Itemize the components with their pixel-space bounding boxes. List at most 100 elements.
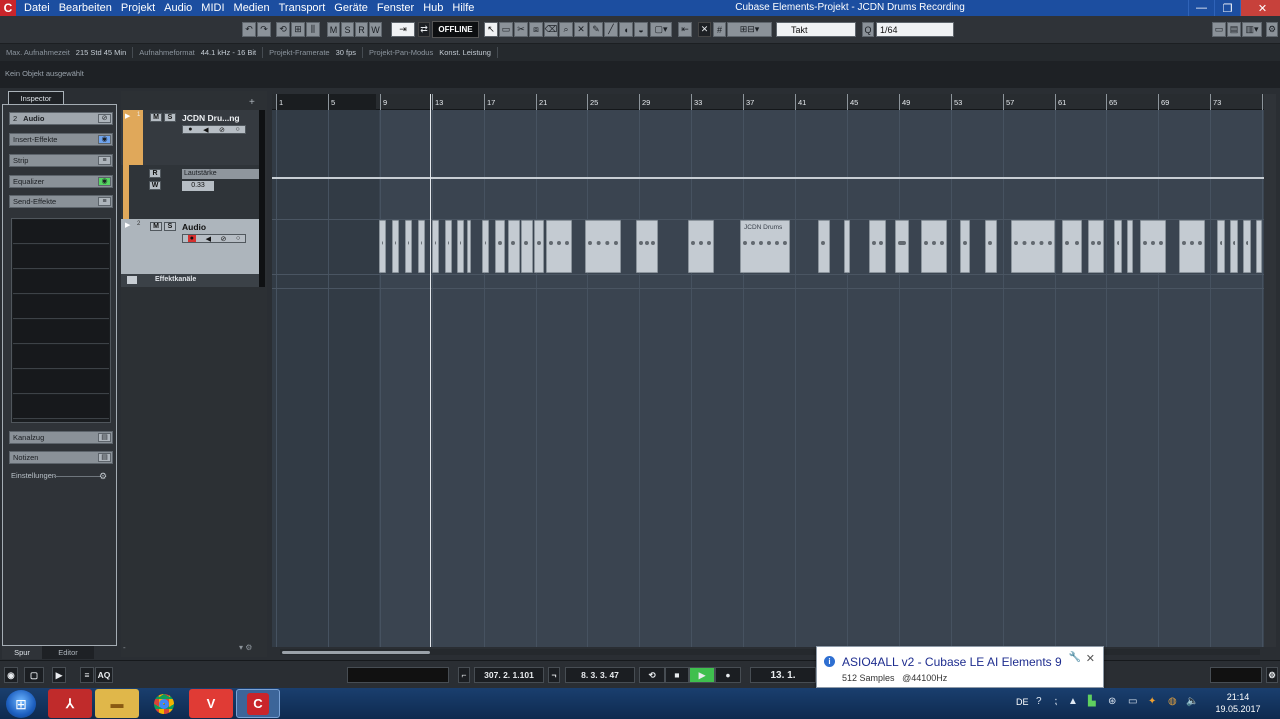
solo-all-button[interactable]: S — [341, 22, 354, 37]
kanalzug-icon[interactable]: ▤ — [98, 433, 111, 442]
track-controls[interactable]: ● ◀ ⊘ ○ — [182, 125, 246, 134]
layout-icon-2[interactable]: ▤ — [1227, 22, 1241, 37]
snap-type-select[interactable]: ⊞⊟▾ — [727, 22, 772, 37]
track-name[interactable]: JCDN Dru...ng — [182, 113, 240, 123]
audio-event[interactable] — [482, 220, 489, 273]
acrobat-icon[interactable]: ⅄ — [48, 689, 92, 718]
audio-event[interactable] — [418, 220, 425, 273]
tracklist-menu-icon[interactable]: ▾ ⚙ — [239, 643, 252, 652]
audio-event[interactable] — [1088, 220, 1104, 273]
audio-event[interactable] — [688, 220, 714, 273]
wrench-icon[interactable]: 🔧 — [1069, 652, 1081, 663]
edit-channel-icon[interactable]: ⊘ — [98, 114, 111, 123]
glue-tool-icon[interactable]: ⧈ — [529, 22, 543, 37]
send-slot-3[interactable] — [13, 270, 109, 294]
zoom-out-icon[interactable]: - — [123, 643, 126, 652]
settings-label[interactable]: Einstellungen — [11, 471, 56, 480]
snap-off-icon[interactable]: ✕ — [698, 22, 711, 37]
right-locator-position[interactable]: 8. 3. 3. 47 — [565, 667, 635, 683]
audio-event[interactable] — [1127, 220, 1133, 273]
audio-event[interactable] — [1256, 220, 1262, 273]
audio-event[interactable] — [534, 220, 544, 273]
link-icon[interactable]: ⇄ — [418, 22, 430, 37]
audio-event[interactable] — [1179, 220, 1205, 273]
section-equalizer[interactable]: Equalizer ◉ — [9, 175, 113, 188]
main-position-display[interactable]: 13. 1. — [750, 667, 816, 683]
automation-value[interactable]: 0.33 — [182, 181, 214, 191]
automation-track[interactable]: R W Lautstärke 0.33 — [121, 165, 259, 219]
framerate-value[interactable]: 30 fps — [336, 48, 356, 57]
audio-event[interactable] — [405, 220, 412, 273]
left-locator-position[interactable]: 307. 2. 1.101 — [474, 667, 544, 683]
play-preview-icon[interactable]: ▶ — [52, 667, 66, 683]
pointer-tool-icon[interactable]: ↖ — [484, 22, 498, 37]
audio-event[interactable] — [379, 220, 386, 273]
explorer-icon[interactable]: ▬ — [95, 689, 139, 718]
section-send-effects[interactable]: Send-Effekte ≡ — [9, 195, 113, 208]
audio-track-2[interactable]: ▶ 2 M S Audio ● ◀ ⊘ ○ — [121, 219, 259, 274]
toggle-lower-zone-icon[interactable]: ▢ — [24, 667, 44, 683]
read-button[interactable]: R — [149, 169, 161, 178]
right-locator-icon[interactable]: ¬ — [548, 667, 560, 683]
audio-event[interactable] — [1114, 220, 1122, 273]
send-slot-6[interactable] — [13, 345, 109, 369]
expand-icon[interactable]: ▶ — [125, 112, 130, 120]
asio-notification[interactable]: i ASIO4ALL v2 - Cubase LE AI Elements 9 … — [816, 646, 1104, 688]
menu-hilfe[interactable]: Hilfe — [452, 2, 474, 14]
audio-event[interactable] — [445, 220, 452, 273]
audio-event[interactable] — [508, 220, 520, 273]
menu-audio[interactable]: Audio — [164, 2, 192, 14]
play-tool-icon[interactable]: ◖ — [619, 22, 633, 37]
action-center-icon[interactable]: ▭ — [1128, 696, 1137, 707]
notes-icon[interactable]: ▤ — [98, 453, 111, 462]
menu-datei[interactable]: Datei — [24, 2, 50, 14]
solo-button[interactable]: S — [164, 222, 176, 231]
inspector-gear-icon[interactable]: ⚙ — [99, 471, 107, 482]
project-cursor[interactable] — [430, 94, 431, 647]
color-select-icon[interactable]: ▢▾ — [650, 22, 672, 37]
read-all-button[interactable]: R — [355, 22, 368, 37]
aq-button[interactable]: AQ — [95, 667, 113, 683]
split-tool-icon[interactable]: ✂ — [514, 22, 528, 37]
toggle-left-zone-icon[interactable]: ◉ — [4, 667, 18, 683]
chrome-icon[interactable] — [142, 689, 186, 718]
language-indicator[interactable]: DE — [1016, 697, 1029, 707]
nudge-icon[interactable]: ⇤ — [678, 22, 692, 37]
audio-event[interactable] — [1217, 220, 1225, 273]
tray-app-icon-2[interactable]: ◍ — [1168, 696, 1177, 707]
audio-event[interactable] — [1062, 220, 1082, 273]
track-name[interactable]: Audio — [182, 222, 206, 232]
audio-event[interactable] — [585, 220, 621, 273]
section-notizen[interactable]: Notizen ▤ — [9, 451, 113, 464]
clock[interactable]: 21:14 19.05.2017 — [1208, 691, 1268, 715]
grid-icon[interactable]: # — [713, 22, 726, 37]
quantize-select[interactable]: 1/64 — [876, 22, 954, 37]
zoom-tool-icon[interactable]: ⌕ — [559, 22, 573, 37]
menu-fenster[interactable]: Fenster — [377, 2, 414, 14]
maximize-button[interactable]: ❐ — [1214, 0, 1240, 16]
cubase-taskbar-icon[interactable]: C — [236, 689, 280, 718]
transport-gear-icon[interactable]: ⚙ — [1266, 667, 1278, 683]
constrain-icon[interactable]: ⟲ — [276, 22, 290, 37]
write-button[interactable]: W — [149, 181, 161, 190]
minimize-button[interactable]: — — [1188, 0, 1214, 16]
list-icon[interactable]: ≡ — [80, 667, 94, 683]
mute-button[interactable]: M — [150, 222, 162, 231]
send-slot-8[interactable] — [13, 395, 109, 419]
fx-channels-folder[interactable]: Effektkanäle — [121, 274, 259, 287]
audio-event[interactable] — [432, 220, 439, 273]
tab-editor[interactable]: Editor — [42, 646, 94, 659]
send-slot-5[interactable] — [13, 320, 109, 344]
audio-event[interactable]: JCDN Drums — [740, 220, 790, 273]
play-button[interactable]: ▶ — [689, 667, 715, 683]
audio-event[interactable] — [521, 220, 533, 273]
pin-icon[interactable]: ⁏ — [1054, 696, 1057, 707]
left-locator-icon[interactable]: ⌐ — [458, 667, 470, 683]
cubase-logo-icon[interactable]: C — [0, 0, 16, 16]
grid-type-select[interactable]: Takt — [776, 22, 856, 37]
audio-event[interactable] — [392, 220, 399, 273]
mute-all-button[interactable]: M — [327, 22, 340, 37]
draw-tool-icon[interactable]: ✎ — [589, 22, 603, 37]
redo-icon[interactable]: ↷ — [257, 22, 271, 37]
mute-tool-icon[interactable]: ✕ — [574, 22, 588, 37]
